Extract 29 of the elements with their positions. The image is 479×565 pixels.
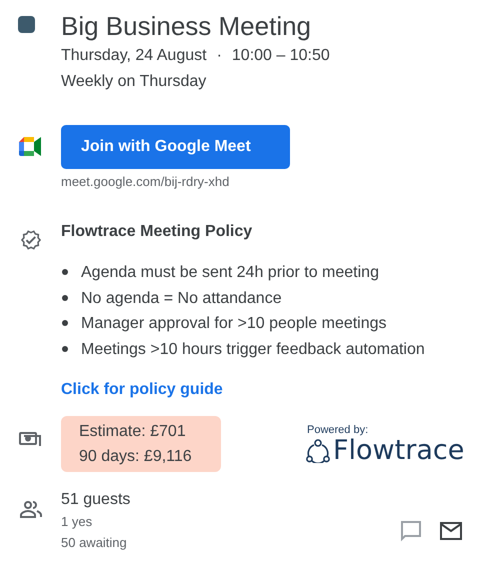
flowtrace-logo-icon: [306, 439, 330, 463]
people-icon: [20, 501, 42, 518]
event-title: Big Business Meeting: [61, 10, 312, 42]
event-time: 10:00 – 10:50: [232, 46, 330, 66]
verified-check-icon: [20, 229, 42, 251]
recurrence-text: Weekly on Thursday: [61, 72, 208, 92]
separator-dot: ·: [216, 46, 222, 66]
policy-title: Flowtrace Meeting Policy: [61, 222, 254, 242]
bullet-icon: [62, 346, 68, 352]
cost-text: Estimate: £701: [79, 422, 187, 442]
policy-rule: Meetings >10 hours trigger feedback automation: [81, 340, 425, 360]
policy-rule: Agenda must be sent 24h prior to meeting: [81, 263, 379, 283]
bullet-icon: [62, 320, 68, 326]
cost-text: 90 days: £9,116: [79, 447, 193, 467]
bullet-icon: [62, 269, 68, 275]
join-meet-button[interactable]: Join with Google Meet: [61, 125, 290, 169]
powered-by-label: Powered by:: [306, 424, 370, 436]
flowtrace-wordmark: Flowtrace: [333, 436, 464, 466]
policy-rule: Manager approval for >10 people meetings: [81, 314, 387, 334]
guest-status-text: 1 yes: [61, 513, 94, 531]
bullet-icon: [62, 294, 68, 300]
policy-rule: No agenda = No attandance: [81, 288, 282, 308]
policy-guide-link[interactable]: Click for policy guide: [61, 379, 223, 401]
event-date: Thursday, 24 August: [61, 46, 207, 66]
event-color-square: [18, 16, 35, 33]
guest-status-text: 50 awaiting: [61, 534, 128, 552]
video-camera-icon: [19, 137, 42, 156]
guest-count: 51 guests: [61, 490, 132, 510]
meet-url: meet.google.com/bij-rdry-xhd: [61, 173, 230, 191]
